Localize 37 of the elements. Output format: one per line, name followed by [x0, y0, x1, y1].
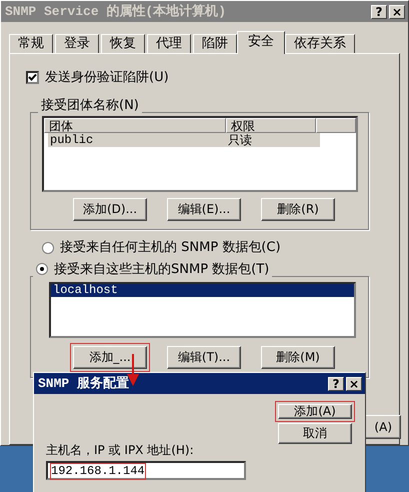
checkbox[interactable]	[26, 71, 39, 84]
help-button[interactable]: ?	[371, 4, 387, 18]
column-header[interactable]: 团体	[44, 118, 226, 133]
tab[interactable]: 安全	[237, 31, 285, 54]
dialog-button[interactable]: 删除(R)	[261, 198, 335, 221]
dialog-button[interactable]: 编辑(E)...	[167, 198, 241, 221]
dialog-button[interactable]: 添加(D)...	[73, 198, 147, 221]
tab[interactable]: 常规	[9, 34, 53, 53]
close-button[interactable]: ×	[389, 4, 405, 18]
radio-button[interactable]	[36, 263, 48, 276]
dialog-button[interactable]: 取消	[278, 423, 352, 444]
dialog-button[interactable]: 添加(A)	[275, 401, 355, 422]
list-row[interactable]: public 只读	[48, 132, 320, 147]
radio-button[interactable]	[42, 242, 54, 254]
dialog-button[interactable]: 编辑(T)...	[167, 346, 241, 369]
group-title: 接受团体名称(N)	[38, 98, 142, 114]
tab[interactable]: 恢复	[101, 34, 145, 53]
list-cell-text: public	[49, 132, 94, 148]
close-button[interactable]: ×	[346, 376, 362, 390]
list-row[interactable]: localhost	[51, 284, 354, 297]
tab[interactable]: 登录	[55, 34, 99, 53]
column-header[interactable]: 权限	[226, 118, 316, 133]
radio-label: 接受来自任何主机的 SNMP 数据包(C)	[60, 240, 281, 256]
tab[interactable]: 陷阱	[193, 34, 237, 53]
dialog-button[interactable]: 删除(M)	[261, 346, 335, 369]
tab[interactable]: 代理	[147, 34, 191, 53]
list-cell-text: 只读	[227, 132, 253, 148]
tab[interactable]: 依存关系	[285, 34, 355, 53]
field-value: 192.168.1.144	[50, 463, 146, 480]
dialog-button[interactable]: 添加_...	[70, 342, 150, 372]
radio-label: 接受来自这些主机的SNMP 数据包(T)	[54, 262, 270, 278]
field-label: 主机名，IP 或 IPX 地址(H):	[46, 443, 195, 458]
checkbox-label: 发送身份验证陷阱(U)	[45, 70, 169, 86]
help-button[interactable]: ?	[328, 376, 344, 390]
window-title: SNMP 服务配置	[38, 376, 130, 392]
window-title: SNMP Service 的属性(本地计算机)	[5, 4, 228, 20]
input-field[interactable]: 192.168.1.144	[46, 461, 246, 480]
